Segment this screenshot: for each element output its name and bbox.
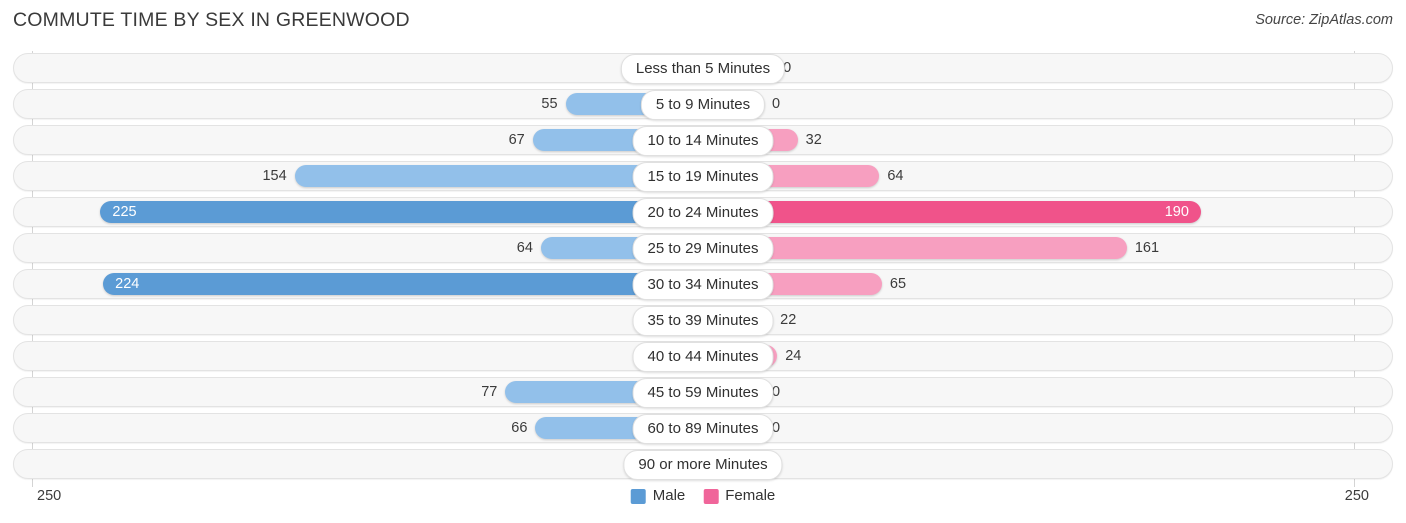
male-bar-container: 225 xyxy=(32,201,716,223)
legend-swatch-icon xyxy=(630,488,646,504)
bar-row: 020Less than 5 Minutes xyxy=(13,51,1393,87)
female-bar-container: 0 xyxy=(716,417,1354,439)
bar-row: 0 24 40 to 44 Minutes xyxy=(13,339,1393,375)
female-value-label: 22 xyxy=(780,312,797,328)
female-value-label: 65 xyxy=(889,276,907,292)
male-bar-container: 0 xyxy=(32,309,716,331)
bar-row: 225 190 20 to 24 Minutes xyxy=(13,195,1393,231)
legend-swatch-icon xyxy=(703,488,719,504)
female-bar-container: 161 xyxy=(716,237,1354,259)
male-value-label: 225 xyxy=(112,204,137,220)
male-bar-container: 66 xyxy=(32,417,716,439)
female-bar[interactable] xyxy=(716,237,1127,259)
category-label: Less than 5 Minutes xyxy=(620,54,786,84)
legend-item-female[interactable]: Female xyxy=(703,485,775,507)
category-label: 10 to 14 Minutes xyxy=(632,126,774,156)
bar-row: 154 64 15 to 19 Minutes xyxy=(13,159,1393,195)
category-label: 25 to 29 Minutes xyxy=(632,234,774,264)
female-bar-container: 24 xyxy=(716,345,1354,367)
female-value-label: 190 xyxy=(1164,204,1189,220)
axis-end-right: 250 xyxy=(1344,488,1369,504)
category-label: 15 to 19 Minutes xyxy=(632,162,774,192)
male-bar-container: 67 xyxy=(32,129,716,151)
bar-row: 224 65 30 to 34 Minutes xyxy=(13,267,1393,303)
female-bar-container: 64 xyxy=(716,165,1354,187)
chart-footer: 250 250 Male Female xyxy=(13,485,1393,515)
plot-area: 020Less than 5 Minutes5505 to 9 Minutes6… xyxy=(13,51,1393,487)
commute-time-by-sex-chart: COMMUTE TIME BY SEX IN GREENWOOD Source:… xyxy=(0,0,1406,523)
category-label: 45 to 59 Minutes xyxy=(632,378,774,408)
bar-row: 66 0 60 to 89 Minutes xyxy=(13,411,1393,447)
category-label: 5 to 9 Minutes xyxy=(640,90,766,120)
male-value-label: 67 xyxy=(508,132,525,148)
female-bar[interactable] xyxy=(716,201,1201,223)
male-value-label: 224 xyxy=(115,276,140,292)
legend-label: Female xyxy=(725,487,776,504)
male-bar[interactable] xyxy=(103,273,716,295)
bar-row: 55 0 5 to 9 Minutes xyxy=(13,87,1393,123)
axis-end-left: 250 xyxy=(37,488,62,504)
female-value-label: 161 xyxy=(1134,240,1160,256)
male-bar-container: 0 xyxy=(32,345,716,367)
page-title: COMMUTE TIME BY SEX IN GREENWOOD xyxy=(13,9,410,31)
male-bar[interactable] xyxy=(100,201,716,223)
female-bar-container: 190 xyxy=(716,201,1354,223)
female-value-label: 32 xyxy=(805,132,822,148)
male-value-label: 55 xyxy=(541,96,558,112)
category-label: 90 or more Minutes xyxy=(623,450,783,480)
female-value-label: 64 xyxy=(887,168,904,184)
bar-row: 67 32 10 to 14 Minutes xyxy=(13,123,1393,159)
female-bar-container: 20 xyxy=(716,57,1354,79)
category-label: 60 to 89 Minutes xyxy=(632,414,774,444)
male-value-label: 64 xyxy=(516,240,533,256)
female-value-label: 24 xyxy=(785,348,802,364)
female-bar-container: 22 xyxy=(716,309,1354,331)
bar-row: 64 161 25 to 29 Minutes xyxy=(13,231,1393,267)
male-bar-container: 0 xyxy=(32,453,716,475)
bar-row: 0090 or more Minutes xyxy=(13,447,1393,483)
male-bar-container: 55 xyxy=(32,93,716,115)
female-value-label: 0 xyxy=(772,96,781,112)
female-bar-container: 0 xyxy=(716,93,1354,115)
category-label: 35 to 39 Minutes xyxy=(632,306,774,336)
male-value-label: 66 xyxy=(511,420,528,436)
male-bar-container: 0 xyxy=(32,57,716,79)
male-value-label: 77 xyxy=(481,384,498,400)
female-bar-container: 0 xyxy=(716,453,1354,475)
category-label: 40 to 44 Minutes xyxy=(632,342,774,372)
category-label: 20 to 24 Minutes xyxy=(632,198,774,228)
bar-rows: 020Less than 5 Minutes5505 to 9 Minutes6… xyxy=(13,51,1393,483)
female-bar-container: 0 xyxy=(716,381,1354,403)
male-bar-container: 224 xyxy=(32,273,716,295)
male-bar-container: 77 xyxy=(32,381,716,403)
female-bar-container: 65 xyxy=(716,273,1354,295)
female-bar-container: 32 xyxy=(716,129,1354,151)
bar-row: 0 22 35 to 39 Minutes xyxy=(13,303,1393,339)
bar-row: 77 0 45 to 59 Minutes xyxy=(13,375,1393,411)
chart-header: COMMUTE TIME BY SEX IN GREENWOOD Source:… xyxy=(0,0,1406,42)
male-bar-container: 64 xyxy=(32,237,716,259)
source-attribution: Source: ZipAtlas.com xyxy=(1255,12,1393,28)
male-bar-container: 154 xyxy=(32,165,716,187)
legend-item-male[interactable]: Male xyxy=(630,485,686,507)
category-label: 30 to 34 Minutes xyxy=(632,270,774,300)
male-value-label: 154 xyxy=(262,168,287,184)
legend-label: Male xyxy=(652,487,686,504)
chart-legend: Male Female xyxy=(630,485,775,507)
